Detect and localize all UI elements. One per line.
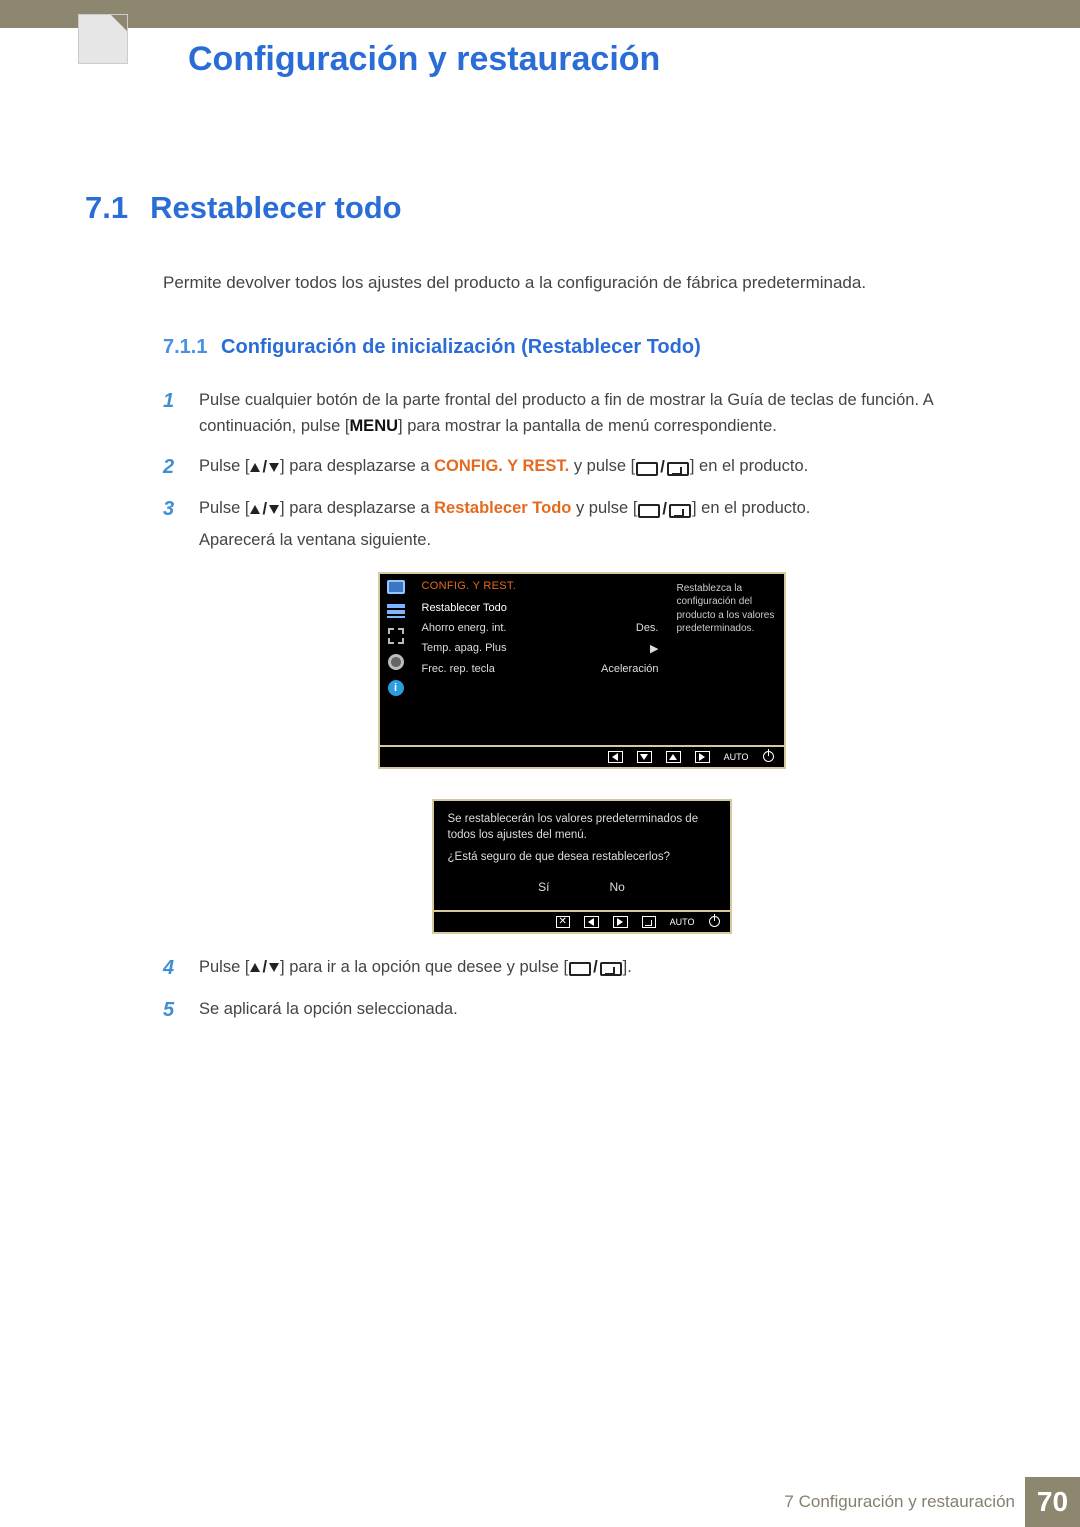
subsection-title: Configuración de inicialización (Restabl… (221, 336, 701, 358)
osd-main: CONFIG. Y REST. Restablecer Todo Ahorro … (412, 574, 669, 745)
osd-panel: i CONFIG. Y REST. Restablecer Todo Ahorr… (378, 572, 786, 747)
osd-row: Ahorro energ. int.Des. (422, 618, 659, 638)
osd-sidebar: i (380, 574, 412, 745)
confirm-dialog: Se restablecerán los valores predetermin… (432, 799, 732, 912)
osd-row: Temp. apag. Plus▶ (422, 638, 659, 659)
osd-button-bar: AUTO (378, 747, 786, 769)
list-icon (387, 604, 405, 618)
gear-icon (388, 654, 404, 670)
step-number: 2 (163, 453, 181, 481)
step-3: 3 Pulse [/] para desplazarse a Restablec… (163, 495, 1000, 553)
osd-header: CONFIG. Y REST. (422, 580, 659, 592)
section-intro: Permite devolver todos los ajustes del p… (163, 271, 1000, 296)
left-arrow-icon (608, 751, 623, 763)
confirm-buttons: Sí No (448, 879, 716, 896)
subsection-number: 7.1.1 (163, 336, 207, 358)
section-number: 7.1 (85, 190, 128, 226)
page-content: 7.1 Restablecer todo Permite devolver to… (85, 190, 1000, 1038)
top-band (0, 0, 1080, 28)
monitor-icon (387, 580, 405, 594)
info-icon: i (388, 680, 404, 696)
step-text: Pulse [/] para ir a la opción que desee … (199, 954, 1000, 982)
step-5: 5 Se aplicará la opción seleccionada. (163, 996, 1000, 1024)
footer-text: 7 Configuración y restauración (784, 1492, 1015, 1512)
step-text: Pulse cualquier botón de la parte fronta… (199, 387, 1000, 440)
section-heading: 7.1 Restablecer todo (85, 190, 1000, 226)
auto-label: AUTO (724, 752, 749, 762)
osd-help-text: Restablezca la configuración del product… (669, 574, 784, 745)
resize-icon (388, 628, 404, 644)
step-4: 4 Pulse [/] para ir a la opción que dese… (163, 954, 1000, 982)
page-corner-icon (78, 14, 128, 64)
enter-icon (642, 916, 656, 928)
select-enter-keys-icon: / (635, 454, 690, 480)
up-down-keys-icon: / (249, 454, 280, 480)
osd-row: Restablecer Todo (422, 598, 659, 618)
step-2: 2 Pulse [/] para desplazarse a CONFIG. Y… (163, 453, 1000, 481)
right-arrow-icon (695, 751, 710, 763)
step-number: 4 (163, 954, 181, 982)
step-number: 1 (163, 387, 181, 440)
yes-button: Sí (538, 879, 549, 896)
page-number-badge: 70 (1025, 1477, 1080, 1527)
confirm-text-1: Se restablecerán los valores predetermin… (448, 811, 716, 843)
step-text: Se aplicará la opción seleccionada. (199, 996, 1000, 1024)
osd-confirm-screenshot: Se restablecerán los valores predetermin… (432, 799, 732, 934)
left-arrow-icon (584, 916, 599, 928)
section-body: Permite devolver todos los ajustes del p… (163, 271, 1000, 1024)
down-arrow-icon (637, 751, 652, 763)
up-down-keys-icon: / (249, 496, 280, 522)
step-text: Pulse [/] para desplazarse a Restablecer… (199, 495, 1000, 553)
osd-menu-screenshot: i CONFIG. Y REST. Restablecer Todo Ahorr… (378, 572, 786, 769)
osd-row: Frec. rep. teclaAceleración (422, 659, 659, 679)
subsection-heading: 7.1.1 Configuración de inicialización (R… (163, 336, 1000, 359)
confirm-button-bar: ✕ AUTO (432, 912, 732, 934)
select-enter-keys-icon: / (568, 954, 623, 980)
step-number: 3 (163, 495, 181, 553)
chapter-title: Configuración y restauración (188, 40, 660, 79)
step-number: 5 (163, 996, 181, 1024)
page-footer: 7 Configuración y restauración 70 (0, 1477, 1080, 1527)
select-enter-keys-icon: / (637, 496, 692, 522)
power-icon (763, 751, 774, 762)
section-title: Restablecer todo (150, 190, 402, 226)
power-icon (709, 916, 720, 927)
up-down-keys-icon: / (249, 954, 280, 980)
no-button: No (610, 879, 625, 896)
step-1: 1 Pulse cualquier botón de la parte fron… (163, 387, 1000, 440)
up-arrow-icon (666, 751, 681, 763)
close-icon: ✕ (556, 916, 570, 928)
confirm-text-2: ¿Está seguro de que desea restablecerlos… (448, 849, 716, 865)
auto-label: AUTO (670, 917, 695, 927)
right-arrow-icon (613, 916, 628, 928)
fold-icon (111, 15, 127, 31)
step-text: Pulse [/] para desplazarse a CONFIG. Y R… (199, 453, 1000, 481)
